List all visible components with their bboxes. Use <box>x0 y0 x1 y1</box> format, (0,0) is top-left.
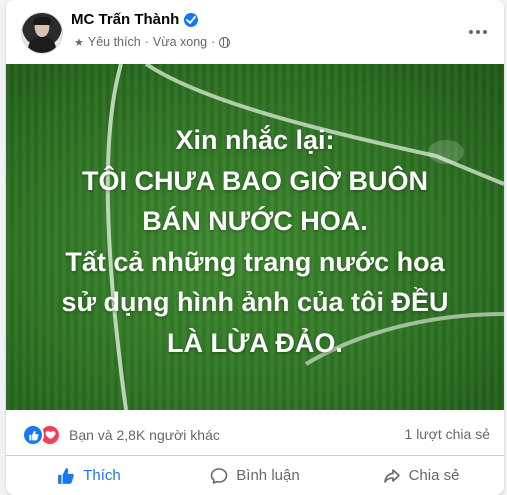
post-header: MC Trấn Thành ★ Yêu thích · Vừa xong · <box>6 0 504 64</box>
share-icon <box>383 468 400 483</box>
globe-icon[interactable] <box>219 36 231 48</box>
post-meta: ★ Yêu thích · Vừa xong · <box>74 35 231 49</box>
like-label: Thích <box>83 467 121 484</box>
comment-label: Bình luận <box>236 467 300 484</box>
meta-separator: · <box>144 35 149 49</box>
author-name[interactable]: MC Trấn Thành <box>71 11 179 28</box>
comment-icon <box>210 467 228 484</box>
favorite-label: Yêu thích <box>87 35 141 49</box>
share-button[interactable]: Chia sẻ <box>338 456 504 495</box>
reactions-count[interactable]: Bạn và 2,8K người khác <box>69 427 220 443</box>
post-card: MC Trấn Thành ★ Yêu thích · Vừa xong · X… <box>6 0 504 495</box>
post-actions: Thích Bình luận Chia sẻ <box>6 456 504 495</box>
verified-badge-icon <box>184 12 199 27</box>
more-options-button[interactable] <box>466 22 490 42</box>
image-caption: Xin nhắc lại: TÔI CHƯA BAO GIỜ BUÔN BÁN … <box>6 120 504 363</box>
like-reaction-icon <box>22 424 44 446</box>
shares-count[interactable]: 1 lượt chia sẻ <box>405 426 490 442</box>
post-stats: Bạn và 2,8K người khác 1 lượt chia sẻ <box>6 410 504 456</box>
caption-line: sử dụng hình ảnh của tôi ĐỀU <box>61 287 449 317</box>
thumbs-up-icon <box>58 467 74 484</box>
more-icon <box>469 30 473 34</box>
caption-line: Tất cả những trang nước hoa <box>65 246 445 277</box>
like-button[interactable]: Thích <box>6 456 172 495</box>
avatar[interactable] <box>21 12 63 54</box>
author-row: MC Trấn Thành <box>71 11 199 28</box>
reactions-summary[interactable]: Bạn và 2,8K người khác <box>22 424 220 446</box>
meta-separator-2: · <box>211 35 216 49</box>
caption-line: TÔI CHƯA BAO GIỜ BUÔN <box>82 165 428 196</box>
share-label: Chia sẻ <box>408 467 460 484</box>
caption-line: LÀ LỪA ĐẢO. <box>167 327 343 358</box>
post-time[interactable]: Vừa xong <box>153 35 207 49</box>
post-image[interactable]: Xin nhắc lại: TÔI CHƯA BAO GIỜ BUÔN BÁN … <box>6 64 504 410</box>
caption-line: Xin nhắc lại: <box>175 125 335 155</box>
caption-line: BÁN NƯỚC HOA. <box>142 206 368 236</box>
star-icon: ★ <box>74 36 84 49</box>
comment-button[interactable]: Bình luận <box>172 456 338 495</box>
